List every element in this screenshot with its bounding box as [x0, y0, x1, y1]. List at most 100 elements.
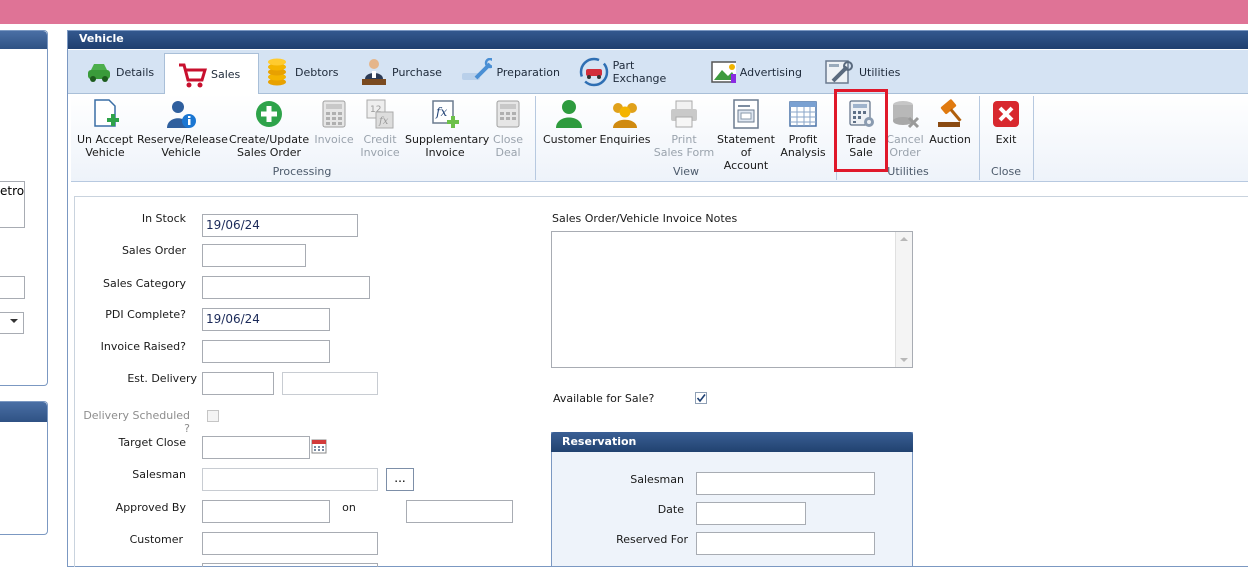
- reservation-salesman-field[interactable]: [696, 472, 875, 495]
- reservation-date-field[interactable]: [696, 502, 806, 525]
- un-accept-label-1: Un Accept: [76, 133, 133, 146]
- businessman-icon: [362, 59, 386, 85]
- target-close-label: Target Close: [118, 436, 187, 449]
- target-close-field[interactable]: [202, 436, 310, 459]
- create-update-sales-order-button[interactable]: Create/Update Sales Order: [229, 98, 309, 159]
- statement-of-account-button[interactable]: Statement of Account: [717, 98, 775, 172]
- reserve-release-label-2: Vehicle: [161, 146, 201, 159]
- statement-icon: [733, 99, 759, 129]
- notes-scrollbar[interactable]: [895, 232, 912, 367]
- create-update-label-1: Create/Update: [229, 133, 310, 146]
- reservation-date-label: Date: [657, 503, 684, 516]
- left-dropdown[interactable]: [0, 312, 24, 334]
- close-deal-button[interactable]: Close Deal: [487, 98, 529, 159]
- approved-by-field[interactable]: [202, 500, 330, 523]
- calculator-icon: [322, 100, 346, 128]
- tab-details-label: Details: [116, 65, 155, 79]
- customer-button[interactable]: Customer: [543, 98, 597, 146]
- ribbon-separator: [535, 96, 536, 180]
- tab-advertising[interactable]: Advertising: [710, 54, 802, 90]
- approved-on-field[interactable]: [406, 500, 513, 523]
- fuel-type-text: etrol: [0, 184, 25, 198]
- reserved-for-field[interactable]: [696, 532, 875, 555]
- utilities-tools-icon: [825, 60, 853, 84]
- printer-icon: [671, 100, 697, 128]
- chevron-down-icon: [10, 319, 18, 323]
- in-stock-field[interactable]: 19/06/24: [202, 214, 358, 237]
- scroll-down-icon[interactable]: [900, 358, 908, 362]
- database-delete-icon: [893, 101, 920, 129]
- cancel-order-button[interactable]: Cancel Order: [885, 98, 925, 159]
- close-deal-label-1: Close: [493, 133, 523, 146]
- invoice-raised-field[interactable]: [202, 340, 330, 363]
- invoice-label: Invoice: [314, 133, 354, 146]
- reserve-release-vehicle-button[interactable]: Reserve/Release Vehicle: [137, 98, 228, 159]
- sales-order-field[interactable]: [202, 244, 306, 267]
- user-info-icon: [167, 101, 196, 128]
- credit-invoice-label-2: Invoice: [360, 146, 400, 159]
- tab-part-exchange[interactable]: Part Exchange: [578, 54, 688, 90]
- close-icon: [993, 101, 1019, 127]
- approved-on-label: on: [342, 501, 356, 514]
- sales-ribbon: Un Accept Vehicle Reserve/Release Vehicle …: [71, 94, 1248, 182]
- customer-icon: [556, 100, 582, 128]
- checkmark-icon: [696, 394, 706, 403]
- calculator-icon: [496, 100, 520, 128]
- create-update-label-2: Sales Order: [236, 146, 302, 159]
- fuel-type-field[interactable]: etrol: [0, 181, 25, 228]
- window-title-bar: [0, 0, 1248, 24]
- notes-textarea[interactable]: [551, 231, 913, 368]
- delivery-scheduled-checkbox[interactable]: [207, 410, 219, 422]
- statement-label-1: Statement: [717, 133, 775, 146]
- salesman-label: Salesman: [132, 468, 186, 481]
- tab-advertising-label: Advertising: [739, 65, 802, 79]
- processing-group-label: Processing: [272, 165, 332, 178]
- car-icon: [88, 64, 110, 82]
- un-accept-vehicle-button[interactable]: Un Accept Vehicle: [75, 98, 135, 159]
- in-stock-label: In Stock: [141, 212, 186, 225]
- reservation-salesman-label: Salesman: [630, 473, 684, 486]
- cancel-order-label-1: Cancel: [886, 133, 924, 146]
- supplementary-invoice-button[interactable]: fx Supplementary Invoice: [405, 98, 489, 159]
- tab-sales[interactable]: Sales: [164, 53, 259, 95]
- profit-analysis-button[interactable]: Profit Analysis: [777, 98, 829, 159]
- credit-invoice-button[interactable]: 12 fx Credit Invoice: [357, 98, 403, 159]
- invoice-button[interactable]: Invoice: [311, 98, 357, 146]
- un-accept-label-2: Vehicle: [85, 146, 125, 159]
- est-delivery-extra-field[interactable]: [282, 372, 378, 395]
- pdi-complete-field[interactable]: 19/06/24: [202, 308, 330, 331]
- tab-preparation[interactable]: Preparation: [460, 54, 560, 90]
- sales-category-field[interactable]: [202, 276, 370, 299]
- notes-label: Sales Order/Vehicle Invoice Notes: [552, 212, 738, 225]
- tab-debtors[interactable]: Debtors: [265, 54, 345, 90]
- customer-field[interactable]: [202, 532, 378, 555]
- left-info-panel-header: [0, 31, 47, 49]
- ribbon-separator: [979, 96, 980, 180]
- enquiries-label: Enquiries: [599, 133, 651, 146]
- credit-invoice-label-1: Credit: [363, 133, 397, 146]
- enquiries-button[interactable]: Enquiries: [599, 98, 651, 146]
- svg-text:fx: fx: [435, 105, 447, 119]
- est-delivery-date-field[interactable]: [202, 372, 274, 395]
- tab-utilities[interactable]: Utilities: [823, 54, 903, 90]
- salesman-field[interactable]: [202, 468, 378, 491]
- auction-button[interactable]: Auction: [927, 98, 973, 146]
- exchange-car-icon: [579, 57, 609, 87]
- scroll-up-icon[interactable]: [900, 237, 908, 241]
- tab-purchase[interactable]: Purchase: [360, 54, 450, 90]
- salesman-browse-button[interactable]: ...: [386, 468, 414, 491]
- reserve-release-label-1: Reserve/Release: [137, 133, 228, 146]
- tab-part-exchange-label: Part Exchange: [612, 59, 667, 85]
- document-add-icon: [94, 99, 119, 127]
- left-secondary-panel-header: [0, 402, 47, 422]
- customer-label: Customer: [543, 133, 597, 146]
- next-field-edge[interactable]: [202, 563, 378, 567]
- calendar-icon[interactable]: [311, 438, 327, 454]
- tab-details[interactable]: Details: [86, 54, 168, 90]
- supplementary-label-1: Supplementary: [405, 133, 490, 146]
- available-for-sale-checkbox[interactable]: [695, 392, 707, 404]
- left-text-field[interactable]: [0, 276, 25, 299]
- exit-button[interactable]: Exit: [983, 98, 1029, 146]
- print-sales-form-button[interactable]: Print Sales Form: [653, 98, 715, 159]
- wrench-car-icon: [462, 58, 493, 80]
